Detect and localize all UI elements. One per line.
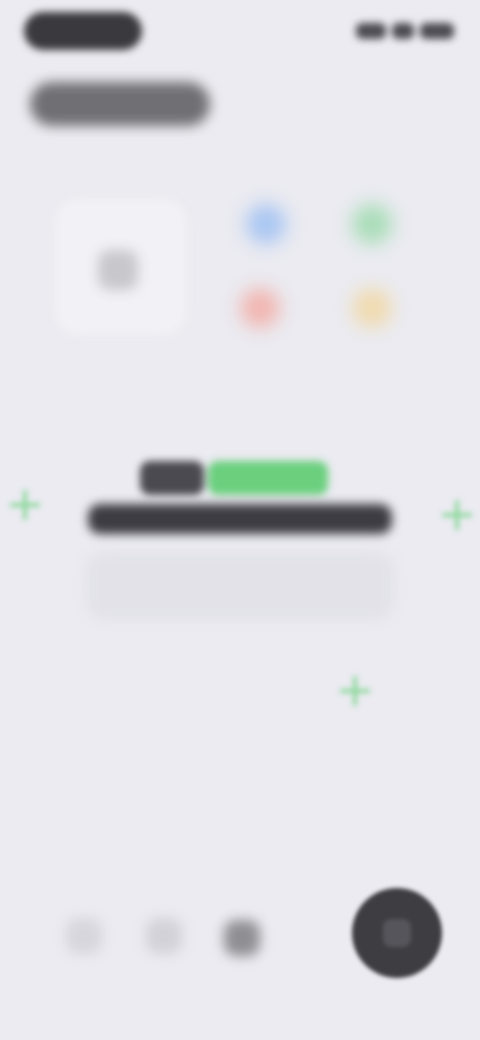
action-icon xyxy=(383,919,411,947)
green-dot-icon[interactable] xyxy=(352,204,392,244)
page-title xyxy=(30,82,210,126)
battery-icon xyxy=(420,23,454,39)
tab-three-icon[interactable] xyxy=(224,920,260,956)
status-time xyxy=(24,12,142,50)
featured-app-label xyxy=(56,338,186,360)
banner-body xyxy=(86,552,394,620)
signal-icon xyxy=(356,23,386,39)
floating-action-button[interactable] xyxy=(352,888,442,978)
app-grid-label xyxy=(220,360,420,380)
featured-app-icon xyxy=(98,250,138,290)
tab-one-icon[interactable] xyxy=(66,918,102,954)
status-bar xyxy=(0,0,480,64)
red-dot-icon[interactable] xyxy=(240,288,280,328)
sparkle-icon xyxy=(340,676,370,706)
banner-headline-dark xyxy=(140,461,204,495)
banner-headline-accent xyxy=(208,461,328,495)
banner-headline xyxy=(140,458,340,498)
sparkle-icon xyxy=(10,490,40,520)
banner-subheadline xyxy=(88,504,392,534)
sparkle-icon xyxy=(442,500,472,530)
yellow-dot-icon[interactable] xyxy=(352,288,392,328)
tab-two-icon[interactable] xyxy=(146,918,182,954)
status-icons xyxy=(350,18,454,44)
blue-dot-icon[interactable] xyxy=(246,204,286,244)
wifi-icon xyxy=(392,23,414,39)
